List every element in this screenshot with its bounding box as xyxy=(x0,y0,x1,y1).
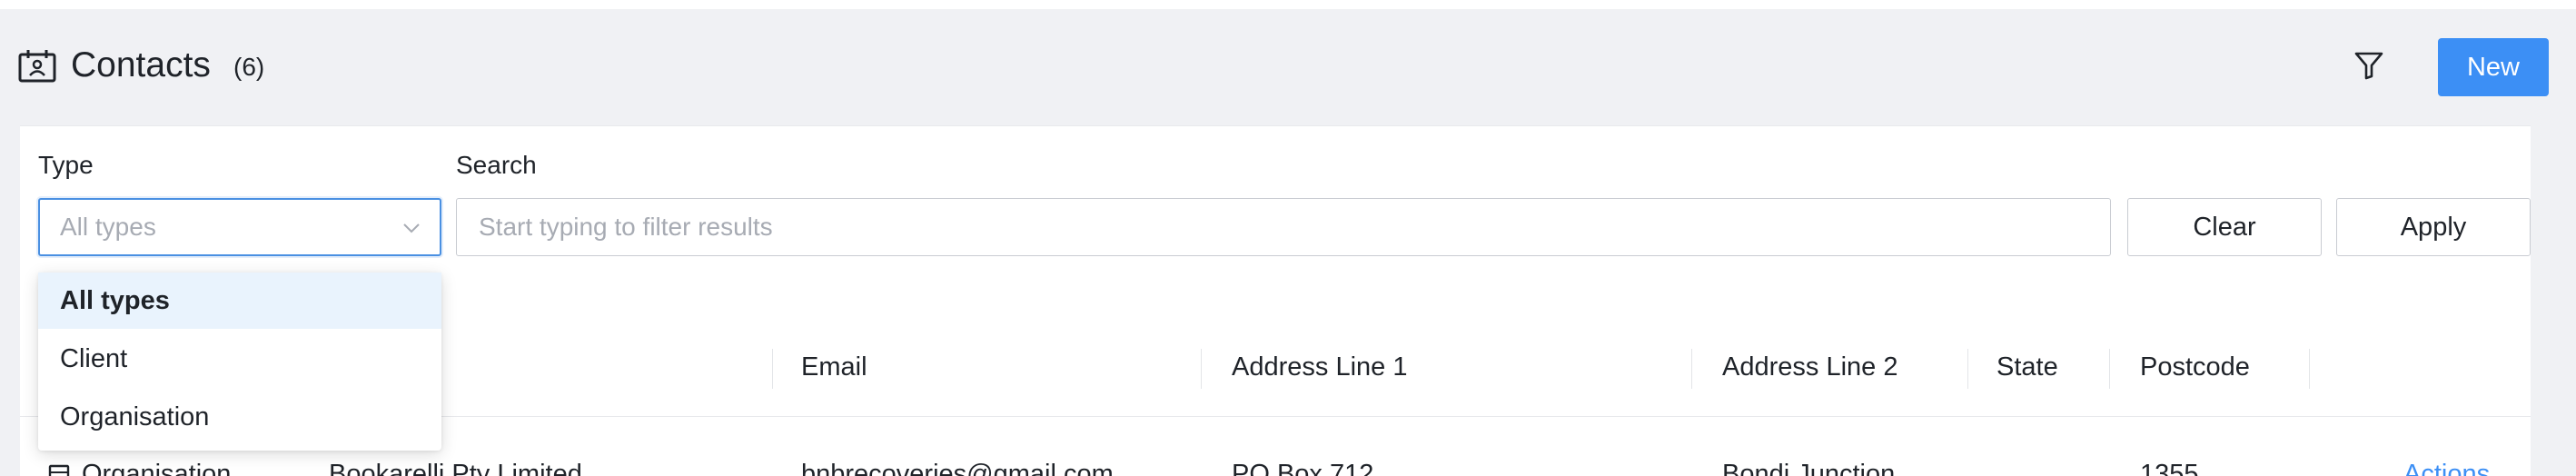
column-divider xyxy=(1691,349,1692,389)
row-email: bnbrecoveries@gmail.com xyxy=(801,460,1114,476)
funnel-icon xyxy=(2354,52,2383,80)
contacts-count: (6) xyxy=(233,53,265,81)
row-postcode: 1355 xyxy=(2140,460,2199,476)
column-divider xyxy=(1201,349,1202,389)
page-title: Contacts xyxy=(71,45,211,84)
clear-button[interactable]: Clear xyxy=(2127,198,2322,256)
type-dropdown-menu: All types Client Organisation xyxy=(38,273,441,451)
type-filter-label: Type xyxy=(38,151,94,179)
column-header-email[interactable]: Email xyxy=(801,351,867,383)
new-contact-button[interactable]: New xyxy=(2438,38,2549,96)
column-divider xyxy=(2309,349,2310,389)
building-icon xyxy=(48,464,70,476)
column-header-address-line-2[interactable]: Address Line 2 xyxy=(1722,351,1897,383)
column-divider xyxy=(1967,349,1968,389)
contact-card-icon xyxy=(18,50,56,83)
column-header-state[interactable]: State xyxy=(1996,351,2058,383)
type-select[interactable]: All types xyxy=(38,198,441,256)
row-actions-link[interactable]: Actions xyxy=(2403,458,2490,476)
column-divider xyxy=(2109,349,2110,389)
filter-toggle-button[interactable] xyxy=(2351,47,2387,84)
search-input[interactable] xyxy=(456,198,2111,256)
column-divider xyxy=(772,349,773,389)
row-address-line-2: Bondi Junction xyxy=(1722,460,1896,476)
chevron-down-icon xyxy=(403,223,420,233)
type-option-client[interactable]: Client xyxy=(38,331,441,387)
row-name: Bookarelli Pty Limited xyxy=(329,460,582,476)
row-address-line-1: PO Box 712 xyxy=(1232,460,1374,476)
type-select-placeholder: All types xyxy=(60,213,156,241)
column-header-postcode[interactable]: Postcode xyxy=(2140,351,2250,383)
row-type: Organisation xyxy=(82,460,232,476)
type-option-organisation[interactable]: Organisation xyxy=(38,389,441,445)
type-option-all-types[interactable]: All types xyxy=(38,273,441,329)
apply-button[interactable]: Apply xyxy=(2336,198,2531,256)
search-label: Search xyxy=(456,151,537,179)
column-header-address-line-1[interactable]: Address Line 1 xyxy=(1232,351,1407,383)
